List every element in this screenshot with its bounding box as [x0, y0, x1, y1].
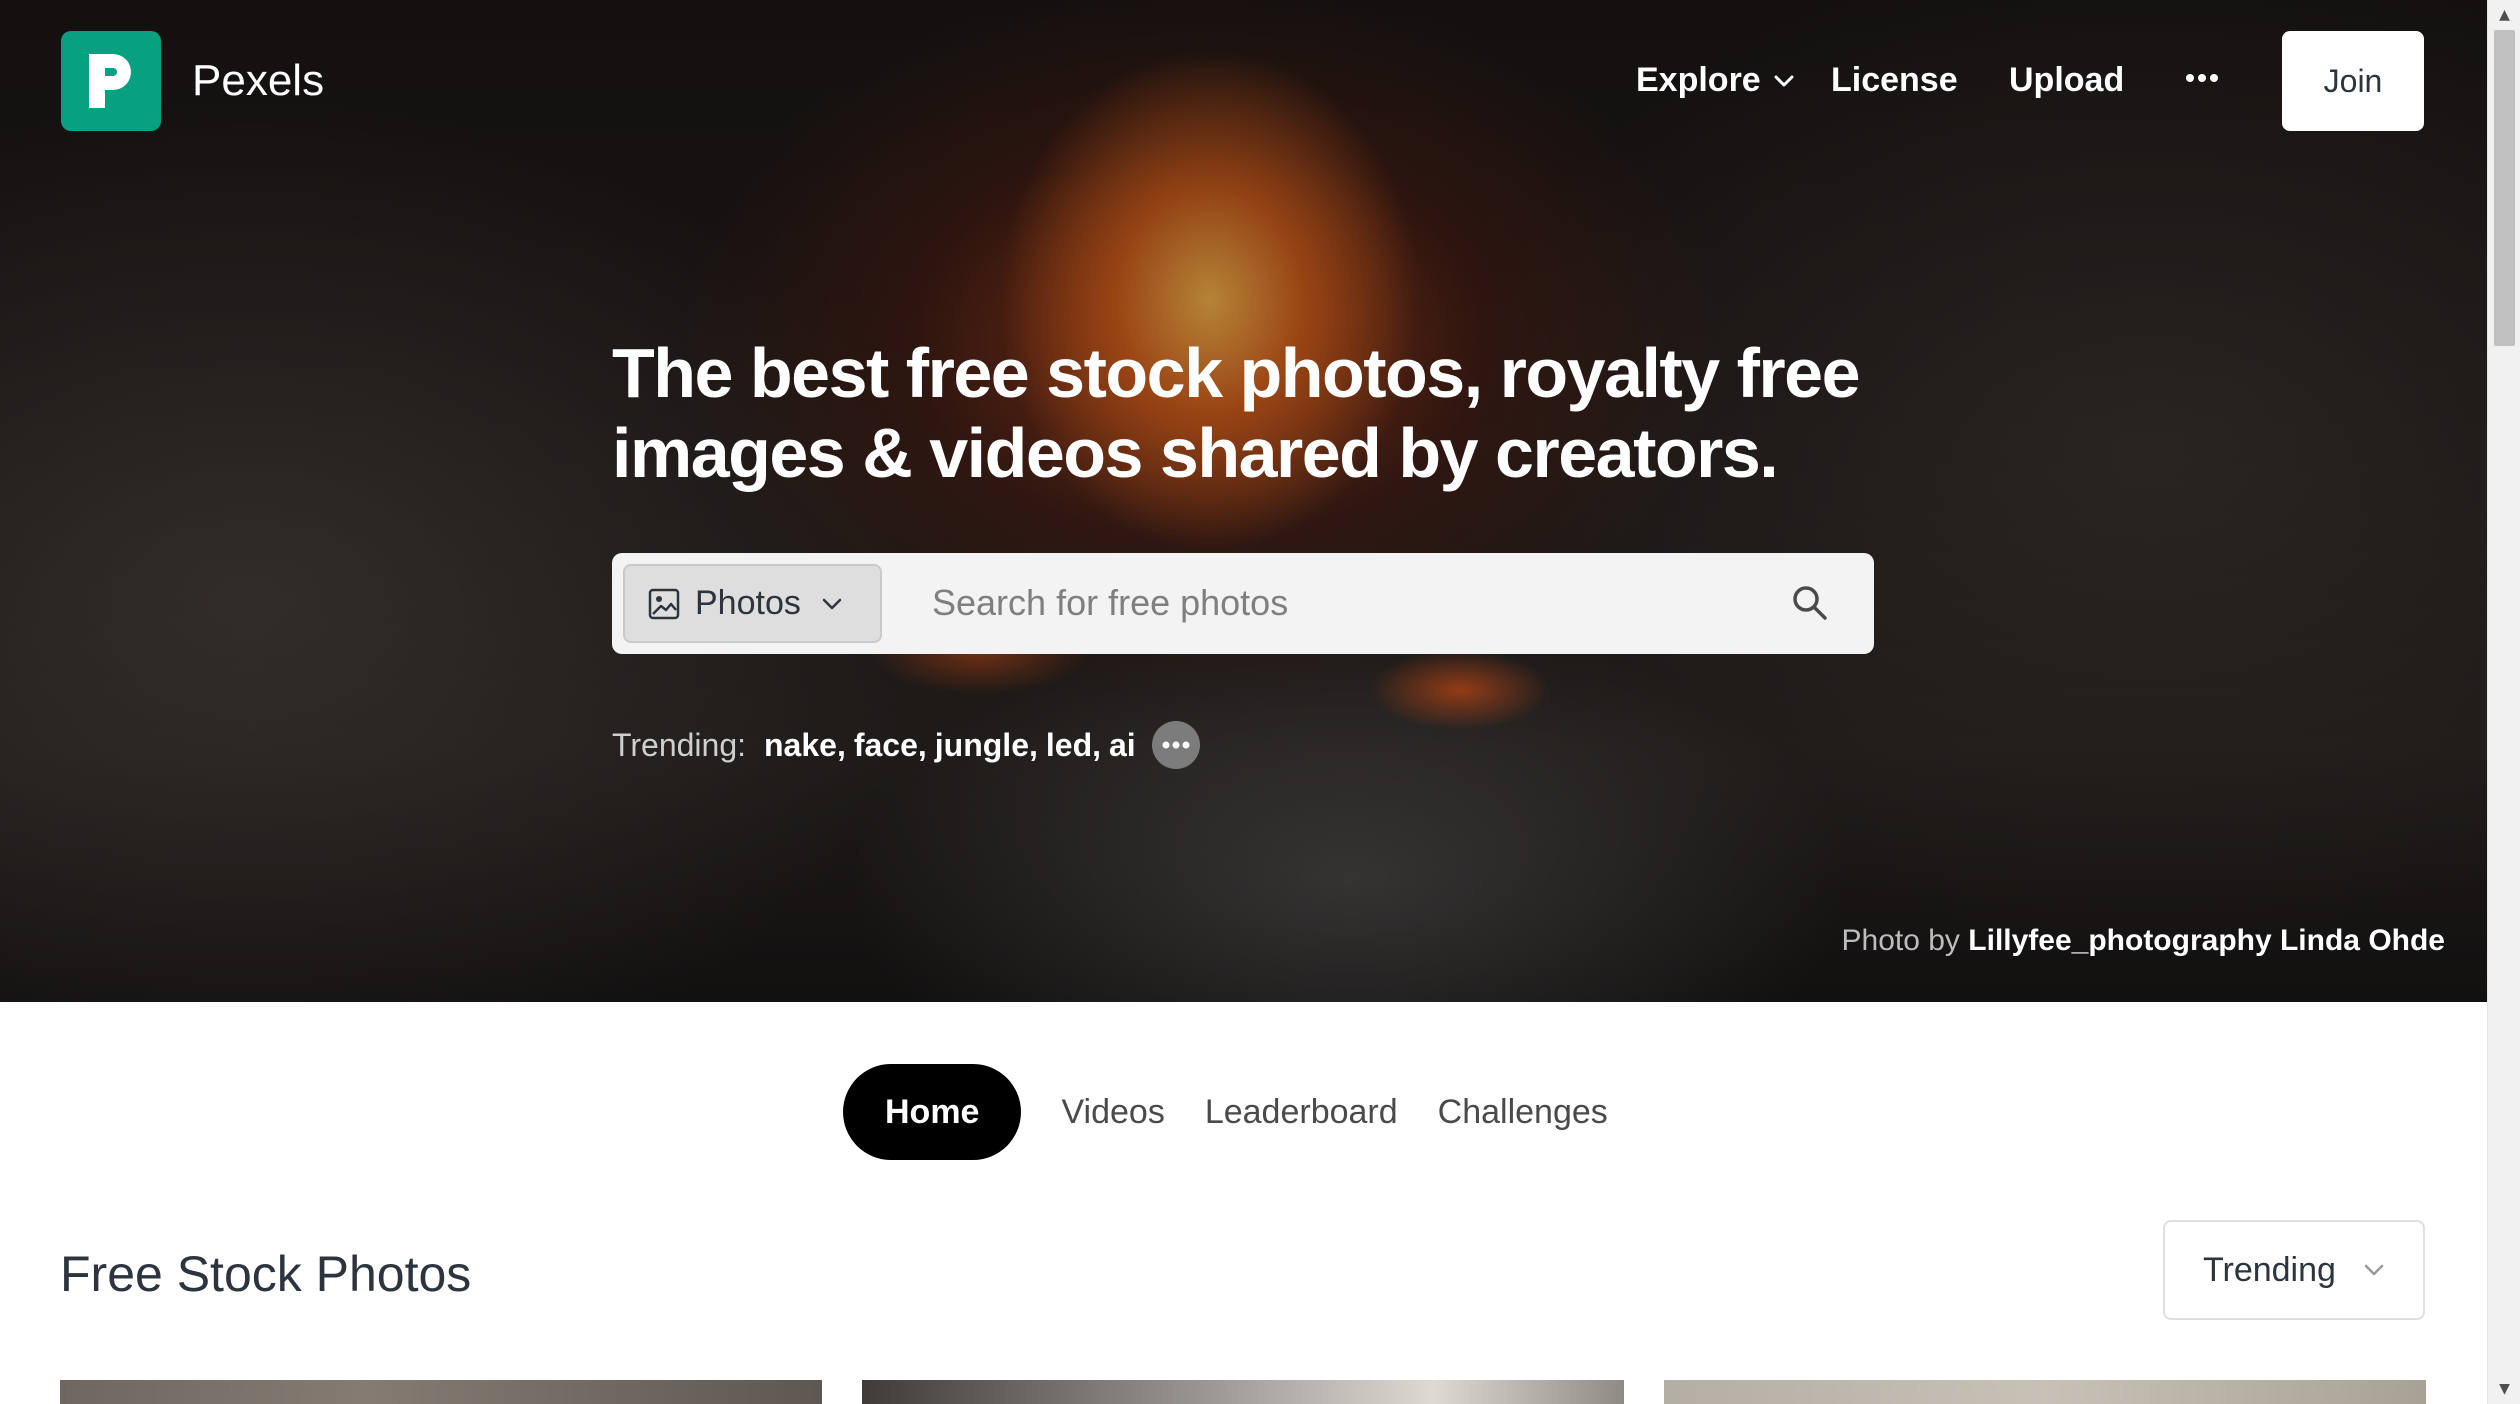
trending-searches: Trending: nake, face, jungle, led, ai — [612, 720, 1200, 770]
tab-videos[interactable]: Videos — [1061, 1093, 1164, 1132]
nav-upload[interactable]: Upload — [2009, 61, 2124, 100]
join-button[interactable]: Join — [2282, 31, 2424, 131]
nav-explore-label: Explore — [1636, 61, 1761, 99]
pexels-logo-icon — [89, 54, 131, 108]
search-input[interactable] — [932, 573, 1752, 633]
content-tabs: Home Videos Leaderboard Challenges — [843, 1064, 1648, 1160]
sort-label: Trending — [2203, 1250, 2336, 1289]
chevron-down-icon — [822, 598, 842, 609]
search-button[interactable] — [1782, 575, 1838, 631]
tab-challenges[interactable]: Challenges — [1438, 1093, 1608, 1132]
photo-credit-prefix: Photo by — [1841, 924, 1960, 957]
ellipsis-icon — [2186, 74, 2218, 82]
scrollbar-thumb[interactable] — [2494, 30, 2515, 346]
trending-item[interactable]: jungle — [935, 727, 1029, 764]
photo-credit-author[interactable]: Lillyfee_photography Linda Ohde — [1968, 924, 2445, 957]
search-type-dropdown[interactable]: Photos — [623, 564, 882, 643]
trending-item[interactable]: ai — [1109, 727, 1136, 764]
tab-leaderboard[interactable]: Leaderboard — [1205, 1093, 1398, 1132]
ellipsis-icon — [1162, 741, 1190, 749]
photo-card[interactable] — [862, 1380, 1624, 1404]
trending-item[interactable]: nake — [764, 727, 837, 764]
tab-home[interactable]: Home — [843, 1064, 1022, 1160]
chevron-down-icon — [1774, 75, 1794, 86]
section-title: Free Stock Photos — [60, 1246, 472, 1302]
trending-item[interactable]: led — [1046, 727, 1092, 764]
photo-card[interactable] — [1664, 1380, 2426, 1404]
chevron-down-icon — [2364, 1264, 2384, 1276]
trending-label: Trending: — [612, 726, 746, 763]
top-nav: Pexels Explore License Upload Join — [0, 0, 2487, 164]
scroll-down-arrow-icon[interactable]: ▼ — [2488, 1376, 2520, 1402]
pexels-page: Pexels Explore License Upload Join The b… — [0, 0, 2520, 1404]
nav-explore[interactable]: Explore — [1636, 61, 1795, 100]
page-scrollbar[interactable]: ▲ ▼ — [2487, 0, 2520, 1404]
photo-card[interactable] — [60, 1380, 822, 1404]
brand-name[interactable]: Pexels — [192, 56, 324, 106]
search-type-label: Photos — [695, 584, 801, 622]
more-menu-button[interactable] — [2182, 58, 2222, 98]
hero-headline-line-1: The best free stock photos, royalty free — [612, 334, 1861, 412]
hero-headline-line-2: images & videos shared by creators. — [612, 414, 1779, 492]
search-bar: Photos — [612, 553, 1874, 654]
hero-banner: Pexels Explore License Upload Join The b… — [0, 0, 2487, 1002]
image-icon — [648, 588, 680, 619]
search-icon — [1793, 586, 1827, 620]
trending-item[interactable]: face — [854, 727, 918, 764]
nav-license[interactable]: License — [1831, 61, 1958, 100]
photo-credit: Photo by Lillyfee_photography Linda Ohde — [1842, 924, 2445, 958]
hero-headline: The best free stock photos, royalty free… — [612, 333, 1872, 493]
sort-dropdown[interactable]: Trending — [2163, 1220, 2425, 1320]
scroll-up-arrow-icon[interactable]: ▲ — [2488, 2, 2520, 28]
trending-more-button[interactable] — [1151, 721, 1200, 769]
pexels-logo[interactable] — [61, 31, 161, 131]
